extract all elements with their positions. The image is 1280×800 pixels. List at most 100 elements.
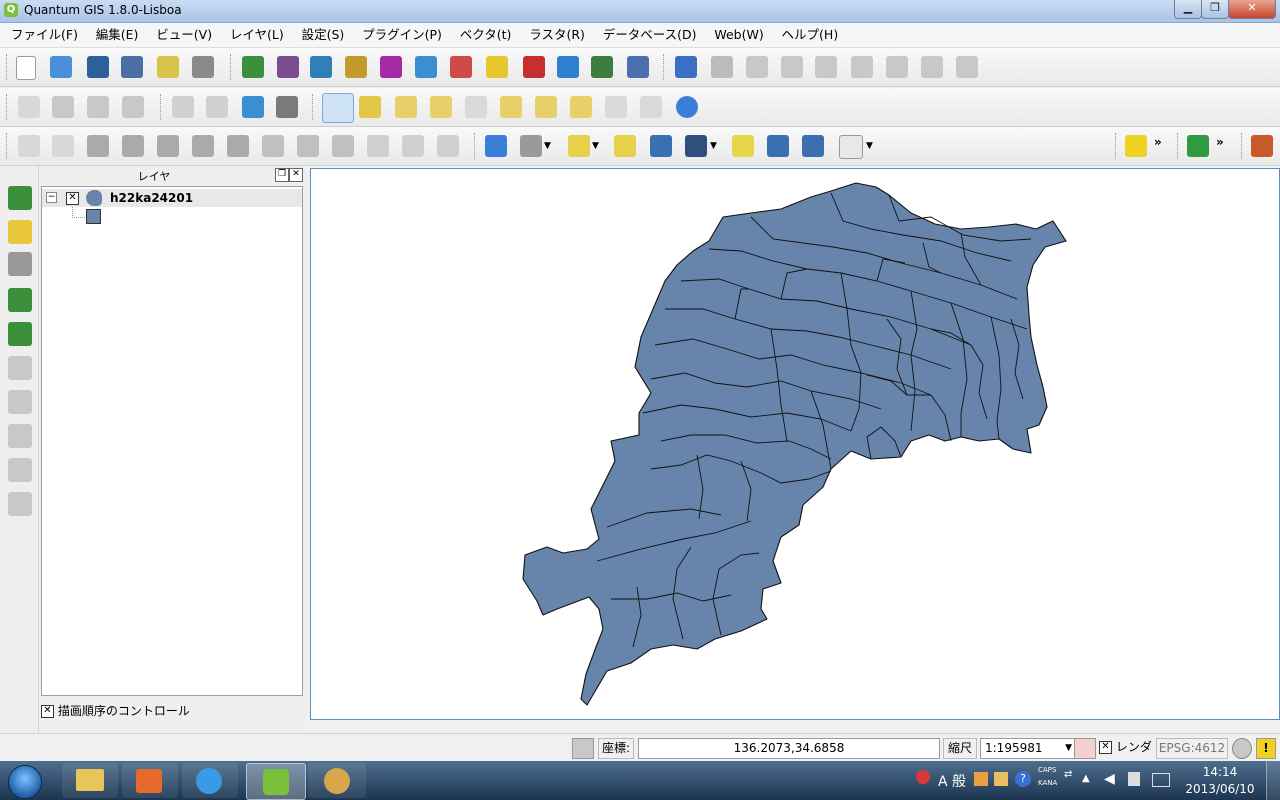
menu-vector[interactable]: ベクタ(t) bbox=[453, 23, 519, 47]
float-panel-button[interactable]: ❐ bbox=[275, 168, 289, 182]
menu-view[interactable]: ビュー(V) bbox=[149, 23, 219, 47]
ie-taskbar-button[interactable] bbox=[182, 763, 238, 798]
python-console-icon[interactable] bbox=[1251, 135, 1273, 157]
toolbar-grip[interactable] bbox=[1241, 133, 1245, 159]
layer-tool-icon[interactable] bbox=[8, 390, 32, 414]
toolbar-grip[interactable] bbox=[6, 133, 10, 159]
toolbar-grip[interactable] bbox=[6, 54, 10, 80]
remove-layer-icon[interactable] bbox=[523, 56, 545, 78]
ime-indicator[interactable]: A 般 bbox=[938, 771, 966, 791]
coordinate-field[interactable]: 136.2073,34.6858 bbox=[638, 738, 940, 759]
add-part-icon[interactable] bbox=[157, 135, 179, 157]
globe-icon[interactable] bbox=[242, 96, 264, 118]
stop-render-icon[interactable] bbox=[1074, 738, 1096, 759]
ime-dict-icon[interactable] bbox=[994, 772, 1008, 786]
ime-tool-icon[interactable] bbox=[974, 772, 988, 786]
zoom-last-icon[interactable] bbox=[605, 96, 627, 118]
explorer-taskbar-button[interactable] bbox=[62, 763, 118, 798]
delete-ring-icon[interactable] bbox=[192, 135, 214, 157]
layer-tool-icon[interactable] bbox=[8, 458, 32, 482]
menu-help[interactable]: ヘルプ(H) bbox=[775, 23, 846, 47]
add-feature-icon[interactable] bbox=[746, 56, 768, 78]
scale-combobox[interactable]: 1:195981 ▼ bbox=[980, 738, 1076, 759]
power-icon[interactable] bbox=[1128, 772, 1140, 786]
layer-visibility-checkbox[interactable]: ✕ bbox=[66, 192, 79, 205]
layer-tool-icon[interactable] bbox=[8, 492, 32, 516]
toolbar-grip[interactable] bbox=[160, 94, 164, 120]
chevron-down-icon[interactable]: ▼ bbox=[592, 141, 602, 151]
show-hide-labels-icon[interactable] bbox=[87, 96, 109, 118]
zoom-next-icon[interactable] bbox=[640, 96, 662, 118]
add-wcs-layer-icon[interactable] bbox=[450, 56, 472, 78]
menu-raster[interactable]: ラスタ(R) bbox=[522, 23, 592, 47]
delete-selected-icon[interactable] bbox=[851, 56, 873, 78]
refresh-icon[interactable] bbox=[676, 96, 698, 118]
save-as-icon[interactable] bbox=[121, 56, 143, 78]
layer-row[interactable]: − ✕ h22ka24201 bbox=[42, 189, 302, 207]
zoom-full-icon[interactable] bbox=[500, 96, 522, 118]
zoom-to-selection-icon[interactable] bbox=[535, 96, 557, 118]
run-action-icon[interactable] bbox=[520, 135, 542, 157]
split-features-icon[interactable] bbox=[332, 135, 354, 157]
more-tools-icon[interactable]: » bbox=[1216, 135, 1230, 157]
menu-file[interactable]: ファイル(F) bbox=[4, 23, 85, 47]
pin-labels-icon[interactable] bbox=[52, 96, 74, 118]
clock-date[interactable]: 2013/06/10 bbox=[1180, 782, 1260, 796]
cut-features-icon[interactable] bbox=[886, 56, 908, 78]
new-bookmark-icon[interactable] bbox=[767, 135, 789, 157]
hide-all-layers-icon[interactable] bbox=[8, 322, 32, 346]
reshape-features-icon[interactable] bbox=[262, 135, 284, 157]
add-raster-layer-icon[interactable] bbox=[277, 56, 299, 78]
toolbar-grip[interactable] bbox=[312, 94, 316, 120]
rotate-label-icon[interactable] bbox=[172, 96, 194, 118]
clock-time[interactable]: 14:14 bbox=[1190, 765, 1250, 779]
d2s-plugin-icon[interactable] bbox=[1125, 135, 1147, 157]
draw-order-control[interactable]: ✕ 描画順序のコントロール bbox=[41, 702, 190, 720]
network-icon[interactable] bbox=[1152, 773, 1170, 787]
print-composer-icon[interactable] bbox=[157, 56, 179, 78]
add-ring-icon[interactable] bbox=[122, 135, 144, 157]
render-toggle[interactable]: ✕ レンダ bbox=[1099, 738, 1153, 757]
layer-name[interactable]: h22ka24201 bbox=[110, 191, 193, 205]
zoom-in-icon[interactable] bbox=[395, 96, 417, 118]
add-wfs-layer-icon[interactable] bbox=[591, 56, 613, 78]
chevron-down-icon[interactable]: ▼ bbox=[710, 141, 720, 151]
layer-tool-icon[interactable] bbox=[8, 356, 32, 380]
merge-attributes-icon[interactable] bbox=[402, 135, 424, 157]
add-spatialite-layer-icon[interactable] bbox=[345, 56, 367, 78]
collapse-icon[interactable]: − bbox=[46, 192, 57, 203]
copy-features-icon[interactable] bbox=[921, 56, 943, 78]
menu-web[interactable]: Web(W) bbox=[707, 23, 770, 47]
chevron-down-icon[interactable]: ▼ bbox=[544, 141, 554, 151]
print-icon[interactable] bbox=[192, 56, 214, 78]
rotate-symbols-icon[interactable] bbox=[437, 135, 459, 157]
deselect-features-icon[interactable] bbox=[614, 135, 636, 157]
simplify-feature-icon[interactable] bbox=[87, 135, 109, 157]
undo-icon[interactable] bbox=[18, 135, 40, 157]
identify-features-icon[interactable] bbox=[485, 135, 507, 157]
open-project-icon[interactable] bbox=[50, 56, 72, 78]
layer-tool-icon[interactable] bbox=[8, 424, 32, 448]
volume-icon[interactable]: ◀ bbox=[1104, 771, 1115, 787]
mouse-toggle-icon[interactable] bbox=[572, 738, 594, 759]
select-features-icon[interactable] bbox=[568, 135, 590, 157]
menu-settings[interactable]: 設定(S) bbox=[295, 23, 352, 47]
help-icon[interactable]: ? bbox=[1015, 771, 1031, 787]
toolbar-grip[interactable] bbox=[6, 94, 10, 120]
menu-database[interactable]: データベース(D) bbox=[596, 23, 704, 47]
add-vector-layer-icon[interactable] bbox=[8, 186, 32, 210]
render-checkbox[interactable]: ✕ bbox=[1099, 741, 1112, 754]
merge-features-icon[interactable] bbox=[367, 135, 389, 157]
minimize-button[interactable]: ▁ bbox=[1174, 0, 1202, 19]
chevron-down-icon[interactable]: ▼ bbox=[866, 141, 876, 151]
crs-status[interactable]: EPSG:4612 bbox=[1156, 738, 1228, 759]
pan-to-selection-icon[interactable] bbox=[359, 96, 381, 118]
map-tips-icon[interactable] bbox=[732, 135, 754, 157]
zoom-out-icon[interactable] bbox=[430, 96, 452, 118]
node-tool-icon[interactable] bbox=[815, 56, 837, 78]
toolbar-grip[interactable] bbox=[663, 54, 667, 80]
move-feature-icon[interactable] bbox=[781, 56, 803, 78]
paint-taskbar-button[interactable] bbox=[308, 763, 366, 798]
draw-order-checkbox[interactable]: ✕ bbox=[41, 705, 54, 718]
new-shapefile-icon[interactable] bbox=[486, 56, 508, 78]
